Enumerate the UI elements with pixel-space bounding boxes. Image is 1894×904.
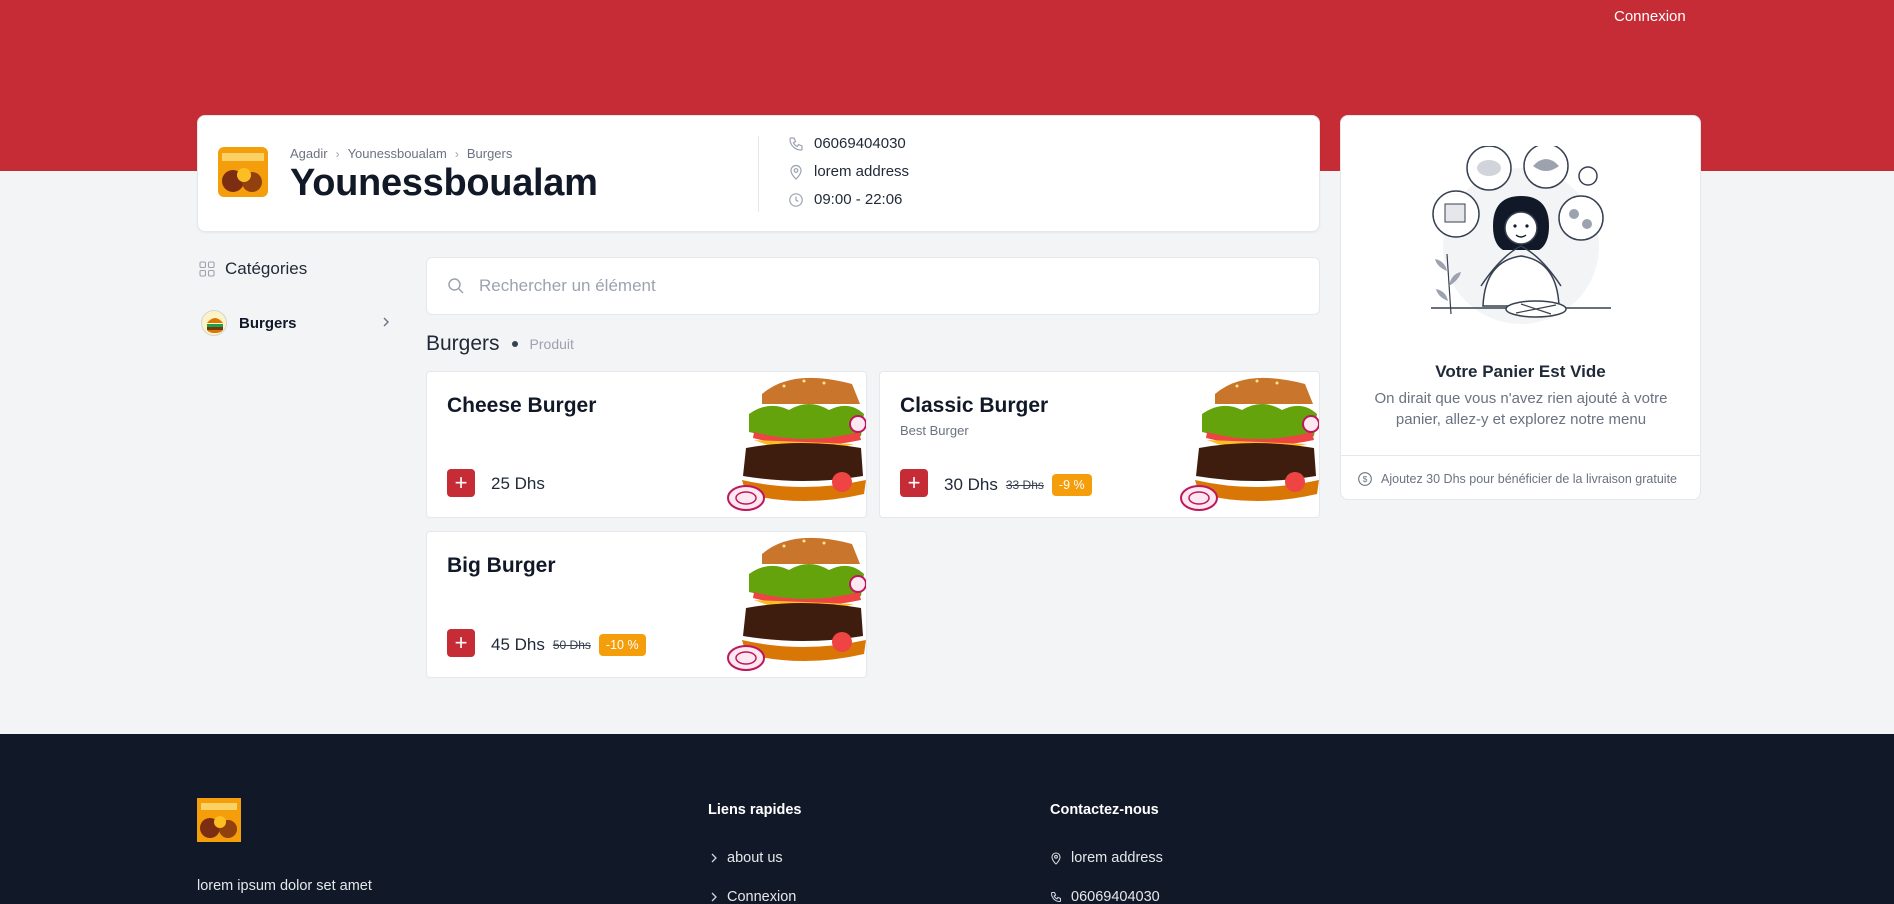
price-current: 30 Dhs bbox=[944, 475, 998, 494]
burger-image bbox=[724, 372, 866, 517]
discount-badge: -9 % bbox=[1051, 474, 1092, 496]
divider bbox=[758, 136, 759, 212]
product-name: Classic Burger bbox=[900, 394, 1049, 417]
search-bar bbox=[426, 257, 1320, 315]
free-delivery-note: $ Ajoutez 30 Dhs pour bénéficier de la l… bbox=[1341, 455, 1700, 501]
quick-links-title: Liens rapides bbox=[708, 802, 802, 818]
categories-heading: Catégories bbox=[199, 259, 307, 279]
store-phone: 06069404030 bbox=[788, 135, 906, 152]
chevron-right-icon bbox=[711, 892, 717, 902]
location-pin-icon bbox=[1051, 852, 1061, 865]
price-current: 45 Dhs bbox=[491, 635, 545, 654]
add-to-cart-button[interactable]: + bbox=[447, 629, 475, 657]
footer-phone-text: 06069404030 bbox=[1071, 889, 1160, 904]
section-title: Burgers bbox=[426, 332, 500, 355]
burger-image bbox=[1177, 372, 1319, 517]
category-thumbnail bbox=[201, 310, 227, 336]
breadcrumb-city[interactable]: Agadir bbox=[290, 146, 328, 161]
add-to-cart-button[interactable]: + bbox=[900, 469, 928, 497]
grid-icon bbox=[199, 261, 215, 277]
product-name: Cheese Burger bbox=[447, 394, 597, 417]
price-old: 33 Dhs bbox=[1005, 478, 1044, 492]
footer-link-label: about us bbox=[727, 850, 783, 866]
phone-text: 06069404030 bbox=[814, 135, 906, 152]
location-pin-icon bbox=[790, 164, 802, 180]
contact-title: Contactez-nous bbox=[1050, 802, 1159, 818]
svg-text:$: $ bbox=[1363, 474, 1368, 484]
store-info-card: Agadir › Younessboualam › Burgers Younes… bbox=[197, 115, 1320, 232]
product-price: 45 Dhs 50 Dhs -10 % bbox=[491, 634, 646, 656]
footer-contact-address: lorem address bbox=[1050, 850, 1163, 866]
footer: lorem ipsum dolor set amet Liens rapides… bbox=[0, 734, 1894, 904]
footer-address-text: lorem address bbox=[1071, 850, 1163, 866]
chevron-right-icon bbox=[711, 853, 717, 863]
footer-link-label: Connexion bbox=[727, 889, 797, 904]
product-card[interactable]: Big Burger + 45 Dhs 50 Dhs -10 % bbox=[426, 531, 867, 678]
store-address: lorem address bbox=[788, 163, 909, 180]
clock-icon bbox=[789, 192, 803, 207]
categories-title: Catégories bbox=[225, 259, 308, 278]
chevron-right-icon: › bbox=[454, 146, 459, 161]
sidebar-item-burgers[interactable]: Burgers bbox=[201, 309, 391, 337]
search-input[interactable] bbox=[479, 276, 1179, 296]
footer-link-about[interactable]: about us bbox=[710, 850, 783, 866]
section-heading: Burgers Produit bbox=[426, 332, 574, 356]
chevron-right-icon bbox=[381, 315, 391, 332]
cart-panel: Votre Panier Est Vide On dirait que vous… bbox=[1340, 115, 1701, 500]
cart-empty-text: On dirait que vous n'avez rien ajouté à … bbox=[1374, 390, 1668, 428]
product-price: 30 Dhs 33 Dhs -9 % bbox=[944, 474, 1092, 496]
product-card[interactable]: Classic Burger Best Burger + 30 Dhs 33 D… bbox=[879, 371, 1320, 518]
discount-badge: -10 % bbox=[598, 634, 646, 656]
empty-cart-illustration bbox=[1431, 146, 1611, 324]
store-logo bbox=[218, 147, 268, 197]
phone-icon bbox=[789, 136, 803, 151]
footer-logo bbox=[197, 798, 241, 842]
cart-empty-title: Votre Panier Est Vide bbox=[1435, 362, 1606, 381]
search-icon bbox=[448, 278, 464, 294]
price-old: 50 Dhs bbox=[552, 638, 591, 652]
product-card[interactable]: Cheese Burger + 25 Dhs bbox=[426, 371, 867, 518]
address-text: lorem address bbox=[814, 163, 910, 180]
breadcrumb-store[interactable]: Younessboualam bbox=[348, 146, 447, 161]
login-link[interactable]: Connexion bbox=[1614, 8, 1686, 25]
product-name: Big Burger bbox=[447, 554, 556, 577]
footer-about-text: lorem ipsum dolor set amet bbox=[197, 878, 372, 894]
page-title: Younessboualam bbox=[290, 162, 598, 204]
add-to-cart-button[interactable]: + bbox=[447, 469, 475, 497]
footer-link-connexion[interactable]: Connexion bbox=[710, 889, 796, 904]
phone-icon bbox=[1050, 891, 1062, 903]
price-current: 25 Dhs bbox=[491, 474, 545, 493]
product-description: Best Burger bbox=[900, 423, 969, 438]
footer-contact-phone[interactable]: 06069404030 bbox=[1050, 889, 1160, 904]
dollar-circle-icon: $ bbox=[1358, 471, 1372, 486]
breadcrumb-category[interactable]: Burgers bbox=[467, 146, 513, 161]
chevron-right-icon: › bbox=[335, 146, 340, 161]
section-subtitle: Produit bbox=[529, 336, 574, 352]
free-delivery-text: Ajoutez 30 Dhs pour bénéficier de la liv… bbox=[1381, 471, 1678, 486]
bullet-dot bbox=[511, 341, 518, 347]
sidebar-item-label: Burgers bbox=[239, 314, 297, 332]
product-price: 25 Dhs bbox=[491, 474, 545, 494]
burger-image bbox=[724, 532, 866, 677]
breadcrumb: Agadir › Younessboualam › Burgers bbox=[290, 146, 512, 161]
hours-text: 09:00 - 22:06 bbox=[814, 191, 903, 208]
store-hours: 09:00 - 22:06 bbox=[788, 191, 902, 208]
